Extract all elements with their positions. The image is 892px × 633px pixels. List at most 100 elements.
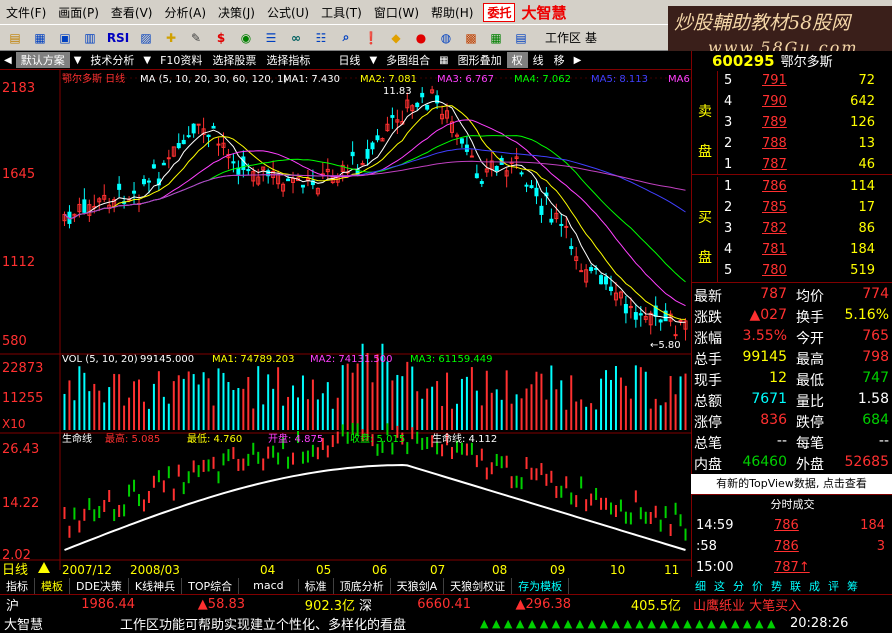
grid-icon[interactable]: ▦ xyxy=(29,27,51,48)
folder-icon[interactable]: ▤ xyxy=(4,27,26,48)
rtab-detail[interactable]: 细 xyxy=(691,578,710,594)
buy-row[interactable]: 1 786 114 xyxy=(692,177,892,197)
btab-top-bottom[interactable]: 顶底分析 xyxy=(334,577,391,594)
candle-body xyxy=(191,123,196,134)
menu-formula[interactable]: 公式(U) xyxy=(261,4,315,21)
quote-label: 最高 xyxy=(796,352,824,368)
quote-label: 总额 xyxy=(694,394,722,410)
quote-label: 今开 xyxy=(796,331,824,347)
btab-sirius-warrant[interactable]: 天狼剑权证 xyxy=(444,577,513,594)
eye-icon[interactable]: ◉ xyxy=(235,27,257,48)
tab-default-scheme[interactable]: 默认方案 xyxy=(15,52,70,68)
btab-top[interactable]: TOP综合 xyxy=(182,577,240,594)
menu-look[interactable]: 查看(V) xyxy=(105,4,159,21)
menu-tools[interactable]: 工具(T) xyxy=(315,4,368,21)
tab-move[interactable]: 移 xyxy=(549,52,570,68)
btab-kline-soldier[interactable]: K线神兵 xyxy=(129,577,183,594)
tab-multi-chart[interactable]: 多图组合 xyxy=(381,52,435,68)
alert-icon[interactable]: ❗ xyxy=(360,27,382,48)
menu-file[interactable]: 文件(F) xyxy=(0,4,52,21)
tab-f10-icon[interactable]: ▼ xyxy=(139,55,155,66)
life-close: 收盘: 5.015 xyxy=(350,432,405,445)
rtab-minute[interactable]: 分 xyxy=(729,578,748,594)
sell-row[interactable]: 5 791 72 xyxy=(692,71,892,91)
plus-cross-icon[interactable]: ✚ xyxy=(160,27,182,48)
rtab-link[interactable]: 联 xyxy=(786,578,805,594)
tab-left-arrow-icon[interactable]: ◀ xyxy=(0,55,16,66)
btab-macd[interactable]: macd xyxy=(239,579,299,592)
tab-select-stock[interactable]: 选择股票 xyxy=(207,52,261,68)
buy-row[interactable]: 3 782 86 xyxy=(692,219,892,239)
life-line-value: 生命线: 4.112 xyxy=(432,432,497,445)
search-icon[interactable]: ⌕ xyxy=(335,27,357,48)
pen-icon[interactable]: ✎ xyxy=(185,27,207,48)
buy-price: 785 xyxy=(762,200,787,215)
candle-body xyxy=(181,139,186,145)
grid2-icon[interactable]: ▦ xyxy=(485,27,507,48)
menu-help[interactable]: 帮助(H) xyxy=(425,4,479,21)
workarea-button[interactable]: 工作区 xyxy=(541,29,586,46)
rtab-rating[interactable]: 评 xyxy=(824,578,843,594)
btab-indicator[interactable]: 指标 xyxy=(0,577,35,594)
rtab-trend[interactable]: 势 xyxy=(767,578,786,594)
btab-template[interactable]: 模板 xyxy=(35,577,70,594)
ticker-news[interactable]: 山鹰纸业 大笔买入 xyxy=(681,595,801,614)
trade-time: 14:59 xyxy=(696,518,734,533)
candle-body xyxy=(549,218,554,223)
menu-decision[interactable]: 决策(J) xyxy=(212,4,261,21)
rtab-price[interactable]: 价 xyxy=(748,578,767,594)
binoculars-icon[interactable]: ∞ xyxy=(285,27,307,48)
watermark-line1: 炒股輔助教材58股网 xyxy=(674,12,851,34)
trade-time: :58 xyxy=(696,539,717,554)
buy-row[interactable]: 2 785 17 xyxy=(692,198,892,218)
sell-row[interactable]: 1 787 46 xyxy=(692,155,892,175)
trust-button[interactable]: 委托 xyxy=(483,2,516,22)
buy-row[interactable]: 4 781 184 xyxy=(692,240,892,260)
trade-time: 15:00 xyxy=(696,560,734,575)
btab-sirius-a[interactable]: 天狼剑A xyxy=(391,577,445,594)
sell-row[interactable]: 4 790 642 xyxy=(692,92,892,112)
tab-dropdown-icon[interactable]: ▼ xyxy=(70,55,86,66)
rsi-icon[interactable]: RSI xyxy=(104,27,132,48)
menu-window[interactable]: 窗口(W) xyxy=(368,4,425,21)
buy-volume: 184 xyxy=(850,242,875,257)
indicator-icon[interactable]: ▨ xyxy=(135,27,157,48)
dollar-icon[interactable]: $ xyxy=(210,27,232,48)
tab-overlay[interactable]: 图形叠加 xyxy=(453,52,507,68)
tab-select-indicator[interactable]: 选择指标 xyxy=(261,52,315,68)
list-icon[interactable]: ☰ xyxy=(260,27,282,48)
btab-standard[interactable]: 标准 xyxy=(299,577,334,594)
tab-daily[interactable]: 日线 xyxy=(333,52,365,68)
candle-body xyxy=(539,205,544,215)
rtab-deal[interactable]: 成 xyxy=(805,578,824,594)
chart-icon[interactable]: ▥ xyxy=(79,27,101,48)
sell-row[interactable]: 3 789 126 xyxy=(692,113,892,133)
tab-rights[interactable]: 权 xyxy=(506,52,528,68)
tab-overlay-icon[interactable]: ▦ xyxy=(435,55,452,66)
tab-right-arrow-icon[interactable]: ▶ xyxy=(570,55,586,66)
btab-dde[interactable]: DDE决策 xyxy=(70,577,129,594)
rtab-this[interactable]: 这 xyxy=(710,578,729,594)
table-icon[interactable]: ▩ xyxy=(460,27,482,48)
stock-chart-area[interactable]: 2183 1645 1112 580 鄂尔多斯 日线 MA (5, 10, 20… xyxy=(0,70,691,577)
btab-save-template[interactable]: 存为模板 xyxy=(512,577,570,594)
window-icon[interactable]: ▣ xyxy=(54,27,76,48)
buy-row[interactable]: 5 780 519 xyxy=(692,261,892,281)
topview-notice[interactable]: 有新的TopView数据, 点击查看 xyxy=(691,474,892,494)
calendar-icon[interactable]: ▤ xyxy=(510,27,532,48)
buy-price: 780 xyxy=(762,263,787,278)
menu-view[interactable]: 画面(P) xyxy=(52,4,105,21)
diamond-icon[interactable]: ◆ xyxy=(385,27,407,48)
tab-tech-analysis[interactable]: 技术分析 xyxy=(85,52,139,68)
tab-line[interactable]: 线 xyxy=(528,52,549,68)
menu-analysis[interactable]: 分析(A) xyxy=(158,4,212,21)
list2-icon[interactable]: ☷ xyxy=(310,27,332,48)
rtab-chips[interactable]: 筹 xyxy=(843,578,862,594)
sell-row[interactable]: 2 788 13 xyxy=(692,134,892,154)
f10-icon[interactable]: ● xyxy=(410,27,432,48)
tab-f10[interactable]: F10资料 xyxy=(155,52,207,68)
price-level-3: 1112 xyxy=(2,255,35,270)
tab-multi-icon[interactable]: ▼ xyxy=(365,55,381,66)
dollar-circle-icon[interactable]: ◍ xyxy=(435,27,457,48)
trade-list[interactable]: 14:59 786 184:58 786 3 15:00 787↑ xyxy=(692,516,892,580)
